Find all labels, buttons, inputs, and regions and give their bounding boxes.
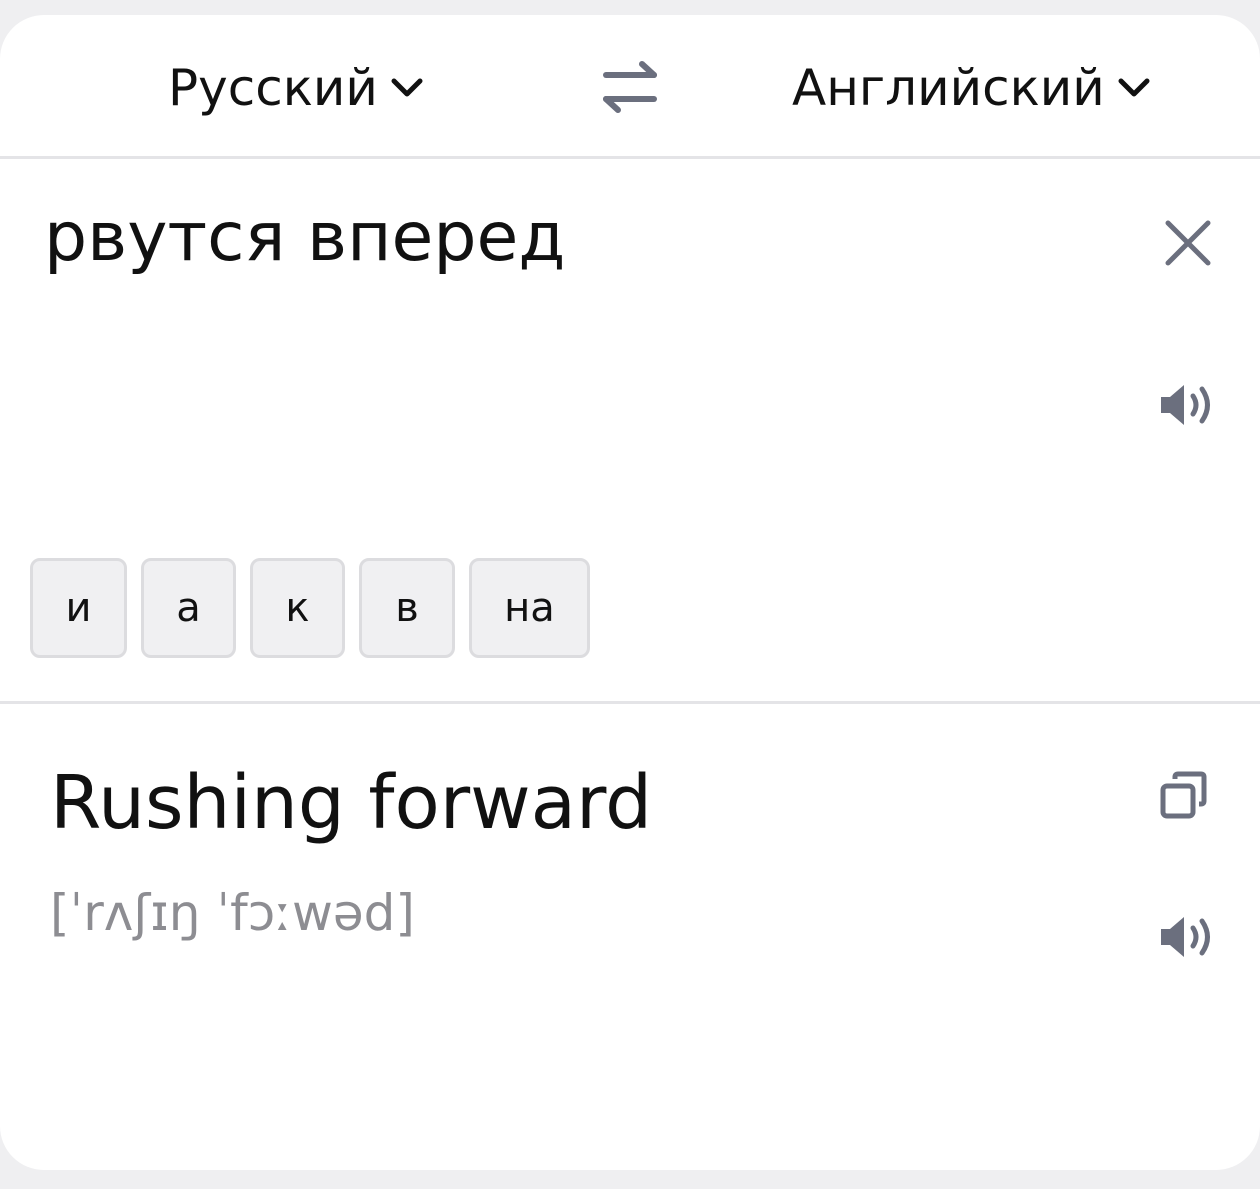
word-suggestions: и а к в на <box>30 558 604 658</box>
speaker-icon <box>1161 385 1210 425</box>
section-divider <box>0 701 1260 704</box>
language-bar: Русский Английский <box>0 15 1260 157</box>
suggestion-chip[interactable]: к <box>250 558 345 658</box>
source-language-label: Русский <box>168 59 378 117</box>
suggestion-chip[interactable]: в <box>359 558 455 658</box>
copy-button[interactable] <box>1158 769 1212 823</box>
suggestion-chip[interactable]: а <box>141 558 236 658</box>
chevron-down-icon <box>391 78 423 97</box>
close-icon <box>1165 220 1211 266</box>
transcription: [ˈrʌʃɪŋ ˈfɔːwəd] <box>50 884 415 942</box>
source-speaker-button[interactable] <box>1158 381 1218 429</box>
suggestion-chip[interactable]: и <box>30 558 127 658</box>
chevron-down-icon <box>1118 78 1150 97</box>
speaker-icon <box>1161 917 1210 957</box>
result-speaker-button[interactable] <box>1158 913 1218 961</box>
header-divider <box>0 156 1260 159</box>
clear-button[interactable] <box>1160 215 1216 271</box>
target-language-selector[interactable]: Английский <box>792 53 1151 123</box>
translator-card: Русский Английский рвутся вперед и а к в… <box>0 15 1260 1170</box>
translation-result: Rushing forward <box>50 760 653 846</box>
swap-arrows-icon <box>603 61 657 113</box>
source-language-selector[interactable]: Русский <box>168 53 424 123</box>
copy-icon <box>1160 771 1207 819</box>
target-language-label: Английский <box>792 59 1105 117</box>
suggestion-chip[interactable]: на <box>469 558 590 658</box>
source-text-input[interactable]: рвутся вперед <box>44 193 565 283</box>
swap-languages-button[interactable] <box>598 59 662 115</box>
